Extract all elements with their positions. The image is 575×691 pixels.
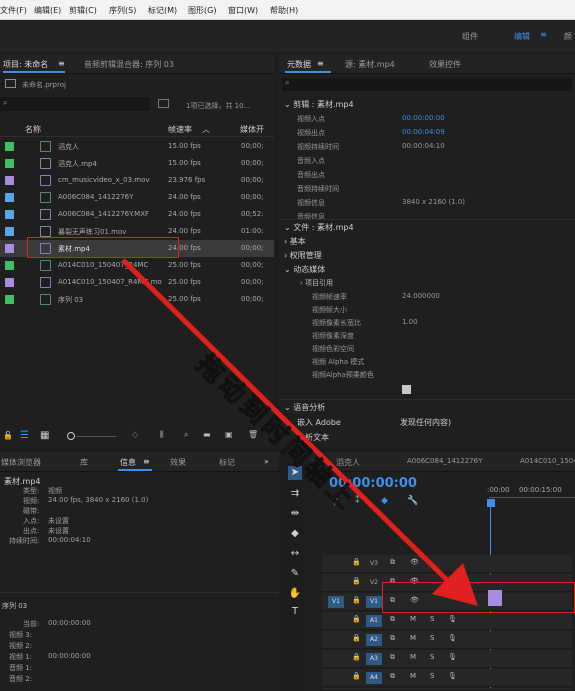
drag-arrow: [121, 258, 478, 606]
